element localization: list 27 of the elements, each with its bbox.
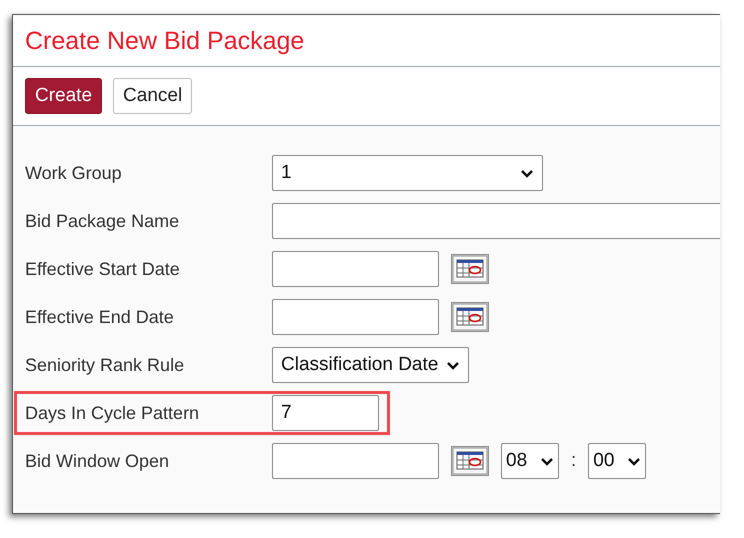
- dropdown[interactable]: Classification Date: [272, 347, 470, 383]
- field-label: Seniority Rank Rule: [25, 354, 186, 376]
- dropdown[interactable]: 08: [501, 443, 559, 479]
- field-label: Bid Package Name: [25, 210, 180, 232]
- field-label: Work Group: [25, 162, 123, 184]
- field-label: Bid Window Open: [25, 450, 170, 472]
- create-button[interactable]: Create: [25, 78, 102, 114]
- caret-icon: [627, 456, 642, 466]
- dropdown[interactable]: 1: [272, 155, 543, 191]
- dropdown[interactable]: 00: [588, 443, 646, 479]
- date-field[interactable]: [272, 299, 439, 335]
- text-field[interactable]: 7: [272, 395, 379, 431]
- date-field[interactable]: [272, 443, 439, 479]
- date-field[interactable]: [272, 251, 439, 287]
- cancel-button[interactable]: Cancel: [113, 78, 192, 114]
- caret-icon: [520, 168, 534, 178]
- time-separator: :: [571, 450, 576, 472]
- caret-icon: [540, 456, 554, 466]
- field-label: Effective End Date: [25, 306, 175, 328]
- caret-icon: [446, 360, 460, 370]
- calendar-icon[interactable]: [451, 302, 489, 332]
- calendar-icon[interactable]: [451, 446, 489, 476]
- calendar-icon[interactable]: [451, 254, 489, 284]
- text-field[interactable]: [272, 203, 720, 239]
- field-label: Days In Cycle Pattern: [25, 402, 200, 424]
- field-label: Effective Start Date: [25, 258, 181, 280]
- page-title: Create New Bid Package: [25, 27, 306, 56]
